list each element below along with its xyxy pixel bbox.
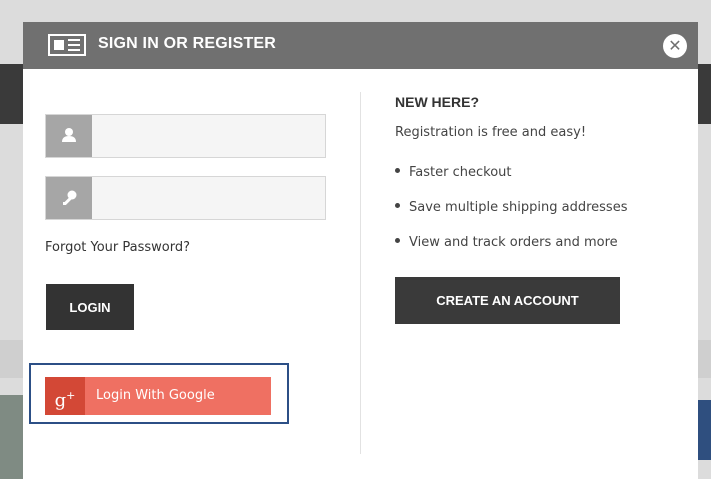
forgot-password-link[interactable]: Forgot Your Password? — [45, 240, 190, 255]
password-field[interactable] — [45, 176, 326, 220]
password-input[interactable] — [93, 177, 325, 219]
google-button-label: Login With Google — [96, 388, 215, 403]
key-icon — [46, 177, 92, 219]
registration-subtitle: Registration is free and easy! — [395, 125, 587, 140]
benefit-item: View and track orders and more — [395, 235, 618, 250]
login-button[interactable]: LOGIN — [46, 284, 134, 330]
bullet-icon — [395, 238, 400, 243]
column-divider — [360, 92, 361, 454]
login-with-google-button[interactable]: g+ Login With Google — [45, 377, 271, 415]
benefit-item: Faster checkout — [395, 165, 511, 180]
background-image-left — [0, 395, 24, 479]
new-here-heading: NEW HERE? — [395, 94, 479, 110]
modal-header: SIGN IN OR REGISTER ✕ — [23, 22, 698, 69]
benefit-item: Save multiple shipping addresses — [395, 200, 627, 215]
bullet-icon — [395, 203, 400, 208]
username-field[interactable] — [45, 114, 326, 158]
close-icon[interactable]: ✕ — [663, 34, 687, 58]
id-card-icon — [48, 34, 86, 56]
bullet-icon — [395, 168, 400, 173]
modal-title: SIGN IN OR REGISTER — [98, 35, 277, 52]
username-input[interactable] — [93, 115, 325, 157]
google-plus-icon: g+ — [45, 377, 85, 415]
create-account-button[interactable]: CREATE AN ACCOUNT — [395, 277, 620, 324]
user-icon — [46, 115, 92, 157]
sign-in-modal: SIGN IN OR REGISTER ✕ Forgot Your Passwo… — [23, 22, 698, 479]
